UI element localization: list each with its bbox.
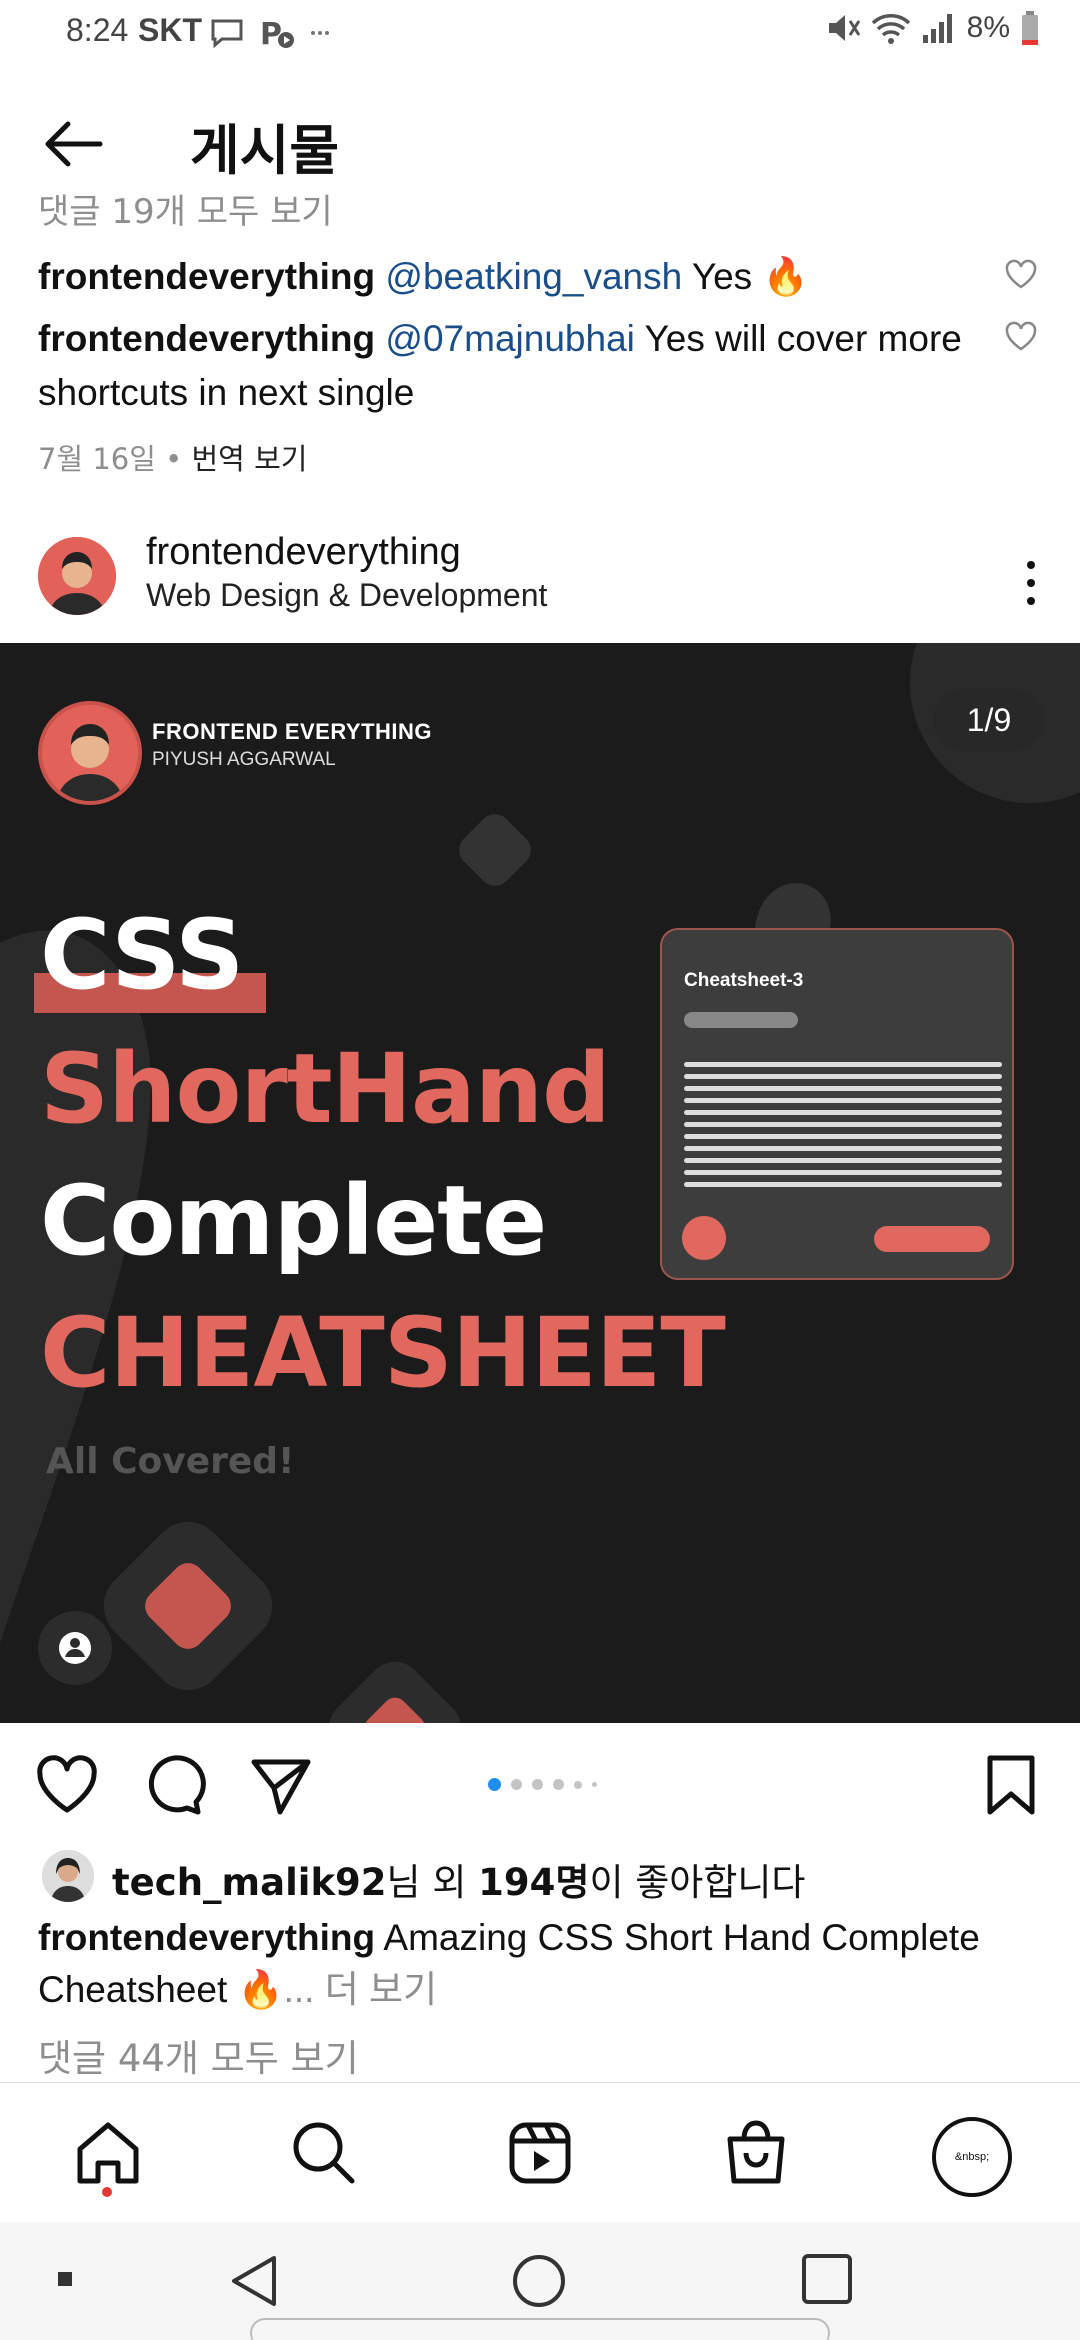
carousel-dot bbox=[592, 1782, 597, 1787]
mute-icon bbox=[828, 15, 860, 41]
status-carrier: SKT bbox=[138, 12, 202, 48]
headline-tagline: All Covered! bbox=[46, 1441, 295, 1482]
view-all-comments-link-top[interactable]: 댓글 19개 모두 보기 bbox=[38, 190, 333, 233]
system-back-icon[interactable] bbox=[226, 2252, 280, 2310]
caption-more-link[interactable]: ... 더 보기 bbox=[284, 1969, 438, 2010]
avatar-illustration bbox=[38, 537, 116, 615]
tagged-users-icon[interactable] bbox=[38, 1611, 112, 1685]
liker-avatar bbox=[42, 1850, 94, 1902]
status-notification-icons: P bbox=[210, 16, 330, 50]
system-navigation-bar bbox=[0, 2222, 1080, 2340]
bottom-navigation: &nbsp; bbox=[0, 2082, 1080, 2222]
cheatsheet-card-illustration: Cheatsheet-3 bbox=[660, 928, 1014, 1280]
comment-like-heart-icon[interactable] bbox=[1004, 320, 1038, 352]
comment-mention[interactable]: @07majnubhai bbox=[385, 318, 634, 359]
author-avatar[interactable] bbox=[38, 537, 116, 615]
home-notification-dot bbox=[102, 2187, 112, 2197]
comment-username[interactable]: frontendeverything bbox=[38, 256, 375, 297]
author-username[interactable]: frontendeverything bbox=[146, 531, 461, 574]
card-text-lines bbox=[684, 1062, 1002, 1194]
reels-icon[interactable] bbox=[500, 2113, 580, 2193]
carousel-dot bbox=[553, 1779, 564, 1790]
battery-percent: 8% bbox=[966, 11, 1010, 44]
comment-mention[interactable]: @beatking_vansh bbox=[385, 256, 682, 297]
post-action-bar bbox=[0, 1740, 1080, 1830]
carousel-dot-active bbox=[488, 1778, 501, 1791]
brand-subtitle: PIYUSH AGGARWAL bbox=[152, 749, 336, 770]
carousel-dot bbox=[574, 1780, 582, 1789]
card-pill bbox=[684, 1012, 798, 1028]
like-heart-icon[interactable] bbox=[32, 1750, 102, 1820]
shop-bag-icon[interactable] bbox=[716, 2113, 796, 2193]
meta-separator: • bbox=[155, 442, 192, 476]
comment-item: frontendeverything @beatking_vansh Yes 🔥 bbox=[38, 250, 998, 304]
comment-text: Yes 🔥 bbox=[691, 256, 809, 297]
recent-apps-small-icon[interactable] bbox=[56, 2270, 74, 2288]
liker-username[interactable]: tech_malik92 bbox=[112, 1861, 387, 1904]
battery-icon bbox=[1022, 11, 1038, 45]
carousel-dot bbox=[511, 1779, 522, 1790]
brand-avatar bbox=[38, 701, 142, 805]
comment-meta: 7월 16일 • 번역 보기 bbox=[38, 436, 307, 478]
share-send-icon[interactable] bbox=[246, 1750, 316, 1820]
status-system-icons: 8% bbox=[825, 10, 1040, 46]
carousel-counter: 1/9 bbox=[934, 689, 1044, 751]
comment-item: frontendeverything @07majnubhai Yes will… bbox=[38, 312, 998, 420]
headline-cheatsheet: CHEATSHEET bbox=[40, 1297, 726, 1409]
comments-preview: 댓글 19개 모두 보기 frontendeverything @beatkin… bbox=[0, 190, 1080, 490]
more-notifications-icon bbox=[311, 31, 329, 35]
keyboard-handle bbox=[250, 2318, 830, 2340]
comment-bubble-icon[interactable] bbox=[138, 1750, 208, 1820]
view-all-comments-link[interactable]: 댓글 44개 모두 보기 bbox=[38, 2028, 359, 2082]
save-bookmark-icon[interactable] bbox=[976, 1750, 1046, 1820]
back-arrow-icon[interactable] bbox=[38, 114, 108, 174]
message-icon bbox=[211, 19, 243, 48]
comment-like-heart-icon[interactable] bbox=[1004, 258, 1038, 290]
likes-mid: 님 외 bbox=[386, 1861, 479, 1904]
post-caption: frontendeverything Amazing CSS Short Han… bbox=[38, 1912, 1048, 2016]
headline-css: CSS bbox=[40, 899, 244, 1011]
translate-link[interactable]: 번역 보기 bbox=[191, 442, 307, 476]
author-subtitle: Web Design & Development bbox=[146, 577, 548, 613]
wifi-icon bbox=[871, 14, 910, 44]
carousel-dot bbox=[532, 1779, 543, 1790]
caption-username[interactable]: frontendeverything bbox=[38, 1917, 375, 1958]
page-title: 게시물 bbox=[190, 119, 340, 182]
card-title: Cheatsheet-3 bbox=[684, 970, 804, 991]
home-icon[interactable] bbox=[68, 2113, 148, 2193]
likes-text: tech_malik92님 외 194명이 좋아합니다 bbox=[112, 1852, 805, 1906]
system-recents-icon[interactable] bbox=[800, 2252, 854, 2306]
more-options-icon[interactable] bbox=[1016, 553, 1046, 613]
search-icon[interactable] bbox=[284, 2113, 364, 2193]
post-carousel-image[interactable]: FRONTEND EVERYTHING PIYUSH AGGARWAL 1/9 … bbox=[0, 643, 1080, 1723]
likes-count[interactable]: 194명 bbox=[478, 1861, 589, 1904]
card-button bbox=[874, 1226, 990, 1252]
headline-complete: Complete bbox=[40, 1165, 547, 1277]
svg-text:P: P bbox=[260, 17, 282, 50]
comment-username[interactable]: frontendeverything bbox=[38, 318, 375, 359]
carousel-dots bbox=[488, 1778, 597, 1791]
status-bar: 8:24 SKT P 8% bbox=[0, 0, 1080, 68]
headline-shorthand: ShortHand bbox=[40, 1033, 611, 1145]
system-home-icon[interactable] bbox=[510, 2252, 568, 2310]
parking-icon: P bbox=[260, 17, 294, 50]
post-header: frontendeverything Web Design & Developm… bbox=[0, 525, 1080, 640]
likes-suffix: 이 좋아합니다 bbox=[589, 1861, 806, 1904]
signal-icon bbox=[922, 14, 952, 43]
scan-icon bbox=[682, 1216, 726, 1260]
brand-avatar-illustration bbox=[42, 705, 138, 801]
top-app-bar: 게시물 bbox=[0, 100, 1080, 190]
brand-name: FRONTEND EVERYTHING bbox=[152, 719, 433, 744]
likes-summary[interactable]: tech_malik92님 외 194명이 좋아합니다 bbox=[0, 1848, 1080, 1908]
status-time: 8:24 bbox=[66, 12, 129, 48]
profile-tab[interactable]: &nbsp; bbox=[932, 2117, 1012, 2197]
comment-date: 7월 16일 bbox=[38, 442, 156, 476]
